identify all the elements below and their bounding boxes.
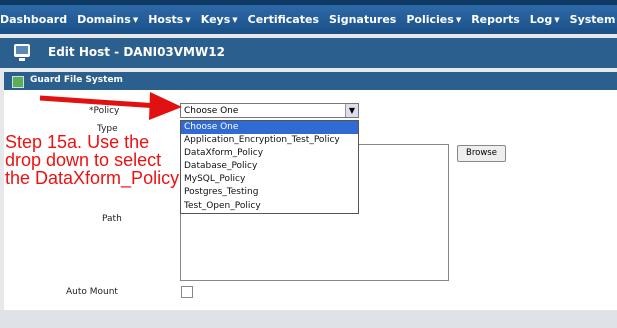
page-footer (0, 310, 617, 328)
annotation-arrow (39, 92, 182, 120)
